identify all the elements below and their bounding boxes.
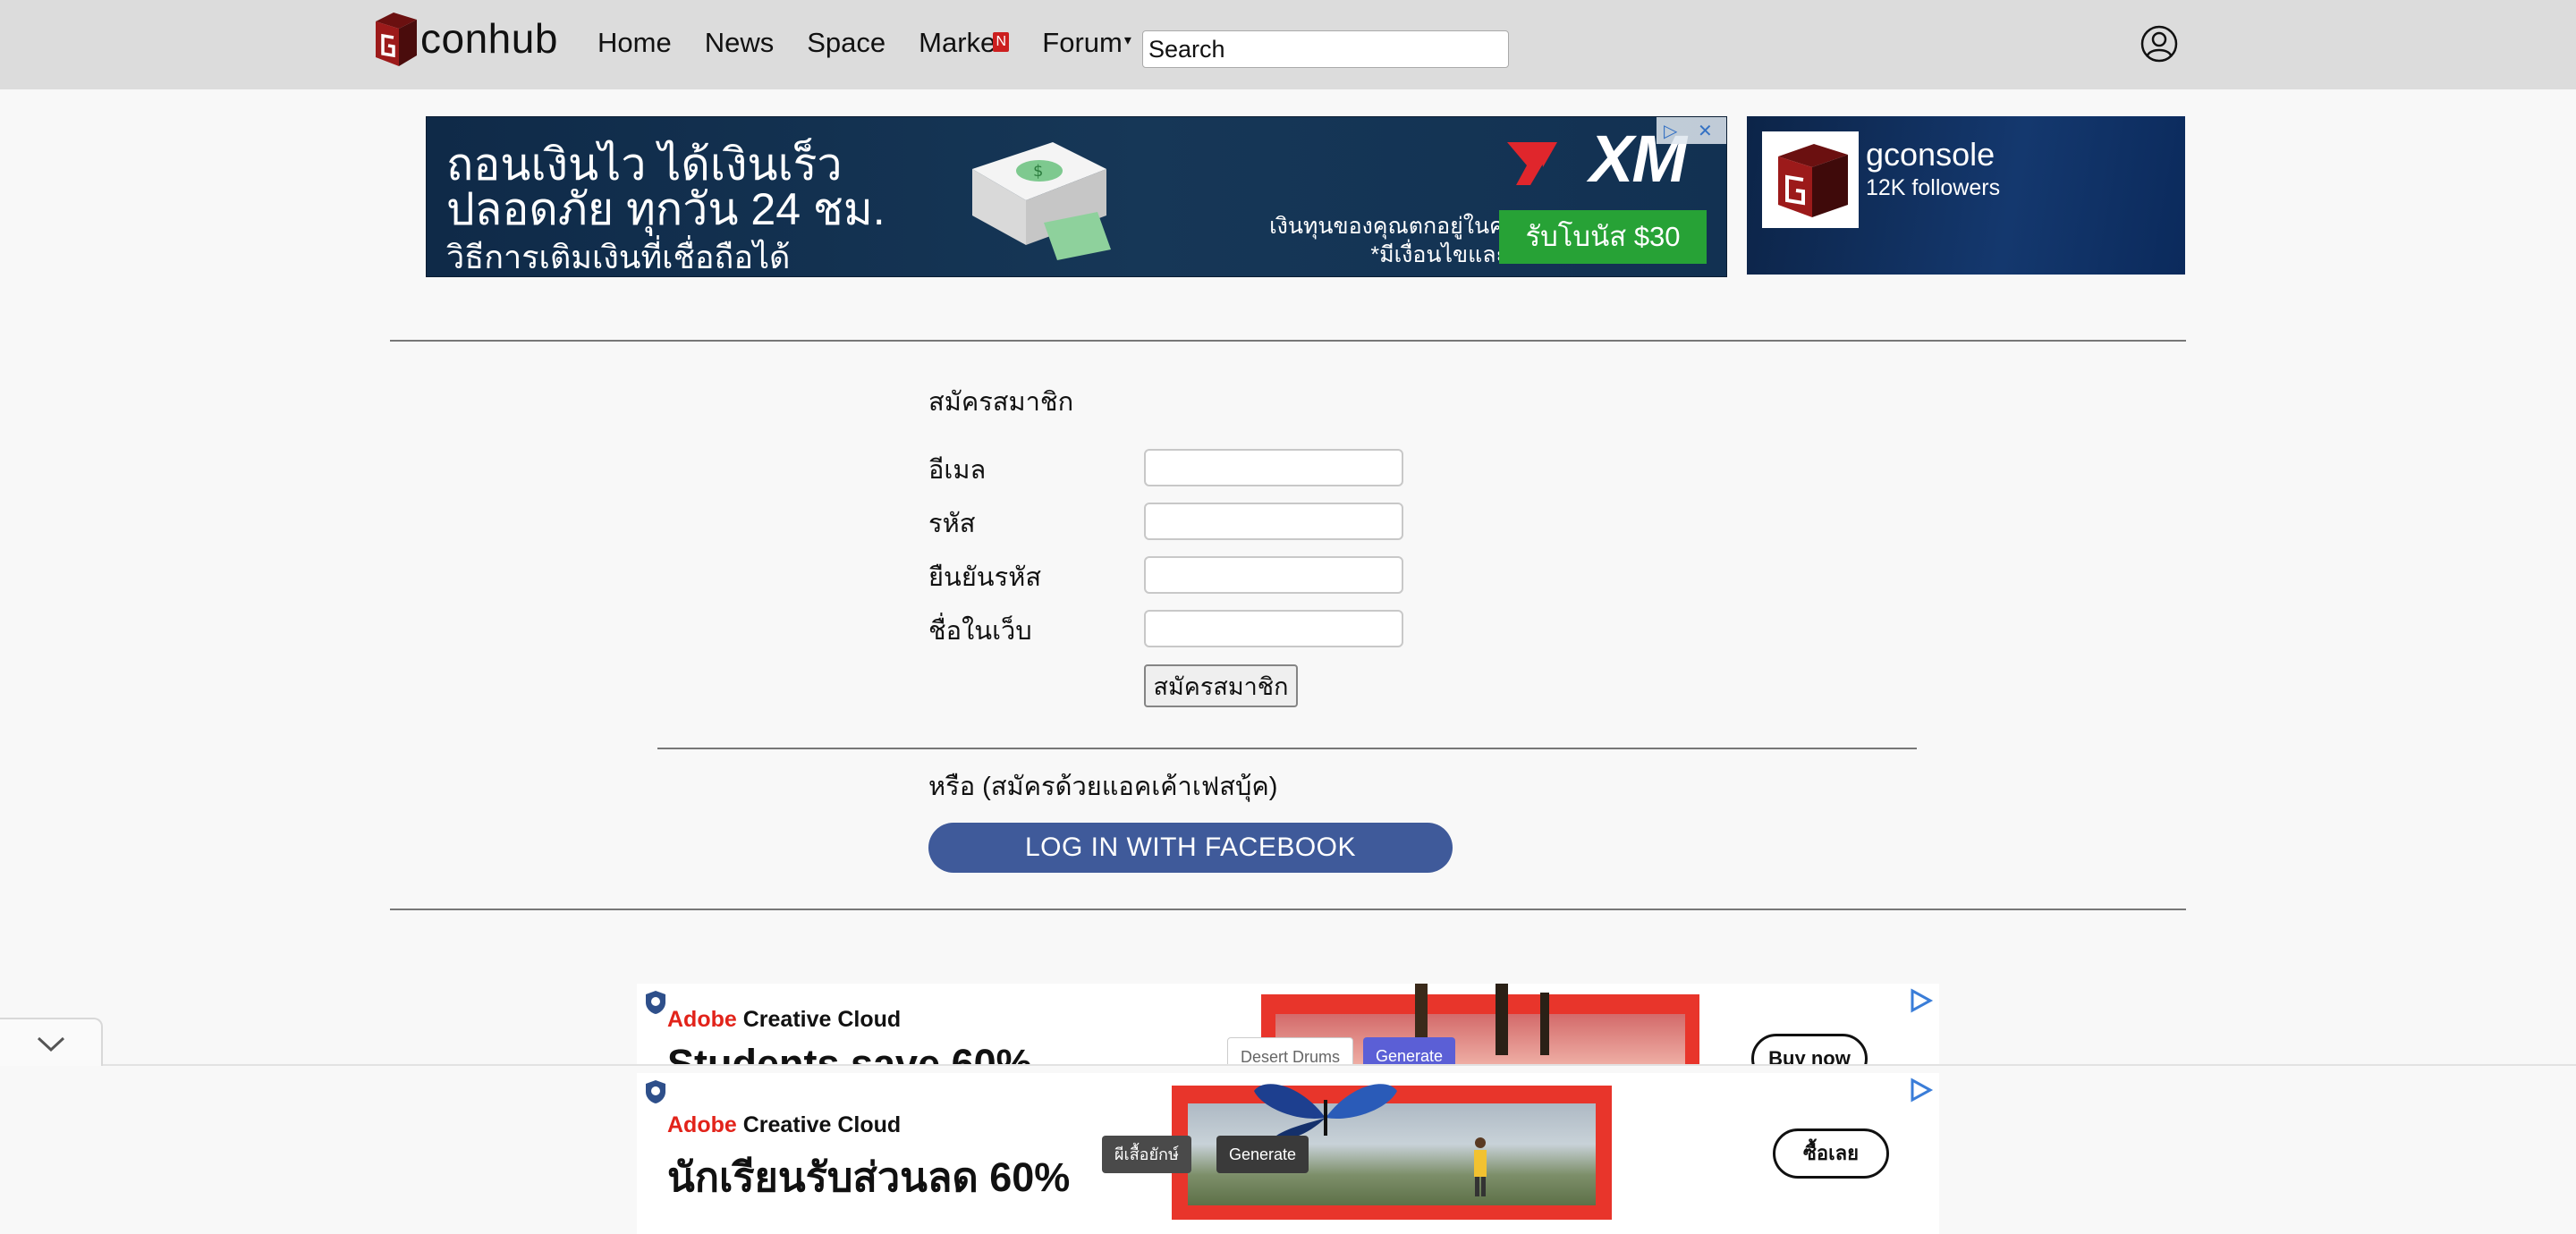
or-facebook-text: หรือ (สมัครด้วยแอคเค้าเฟสบุ้ค) [928,773,1278,801]
privacy-shield-icon[interactable] [642,989,669,1016]
person-icon [1474,1137,1487,1196]
ad-choices[interactable]: ▷ ✕ [1657,117,1726,144]
divider-bottom [390,909,2186,910]
email-label: อีเมล [928,456,987,485]
adobe-ad-thai[interactable]: Adobe Creative Cloud นักเรียนรับส่วนลด 6… [637,1073,1939,1234]
sticky-ad-separator [0,1064,2576,1066]
atm-device-icon: $ [972,142,1111,260]
privacy-shield-icon[interactable] [642,1078,669,1105]
xm-banner-ad[interactable]: ถอนเงินไว ได้เงินเร็ว ปลอดภัย ทุกวัน 24 … [426,116,1727,277]
password-label: รหัส [928,510,976,538]
adobe-brand-red: Adobe [667,1112,737,1137]
confirm-password-label: ยืนยันรหัส [928,563,1042,592]
logo-text: conhub [420,15,558,62]
svg-text:$: $ [1033,162,1043,181]
ad-subline: วิธีการเติมเงินที่เชื่อถือได้ [446,239,791,275]
form-title: สมัครสมาชิก [928,388,1074,417]
new-badge: N [993,32,1010,52]
adobe-ad-english[interactable]: Adobe Creative Cloud Students save 60% D… [637,984,1939,1064]
top-navigation-bar: conhub Home News Space MarkeN Forum ▾ [0,0,2576,89]
gconsole-followers: 12K followers [1866,175,2001,200]
ad-choices-icon[interactable] [1907,987,1934,1014]
display-name-field[interactable] [1144,610,1403,647]
nav-forum[interactable]: Forum ▾ [1042,27,1131,59]
xm-logo-icon [1507,142,1557,185]
adobe-brand-rest: Creative Cloud [736,1112,902,1137]
gconsole-name: gconsole [1866,136,1996,173]
gconsole-profile-card[interactable]: gconsole 12K followers [1747,116,2185,275]
confirm-password-field[interactable] [1144,556,1403,594]
divider-middle [657,748,1917,749]
adobe-brand: Adobe Creative Cloud [667,1112,901,1138]
nav-space[interactable]: Space [807,27,886,59]
signup-submit-button[interactable]: สมัครสมาชิก [1144,664,1298,707]
collapse-ad-button[interactable] [0,1018,103,1066]
conhub-logo-icon [376,13,417,66]
nav-home[interactable]: Home [597,27,672,59]
main-nav: Home News Space MarkeN Forum ▾ [597,27,1165,59]
generate-chip: Generate [1216,1136,1309,1173]
ad-choices-icon[interactable] [1907,1077,1934,1103]
bonus-button[interactable]: รับโบนัส $30 [1499,210,1707,264]
ad-choices-icon[interactable]: ▷ [1664,120,1677,142]
adobe-headline: Students save 60% [667,1041,1032,1064]
divider-top [390,340,2186,342]
display-name-label: ชื่อในเว็บ [928,617,1032,646]
caret-down-icon: ▾ [1123,33,1131,48]
user-circle-icon[interactable] [2140,25,2178,63]
gconsole-avatar [1762,131,1859,228]
facebook-login-button[interactable]: LOG IN WITH FACEBOOK [928,823,1453,873]
adobe-brand-red: Adobe [667,1007,737,1032]
nav-market[interactable]: MarkeN [919,27,1010,59]
search-input[interactable] [1142,30,1509,68]
adobe-brand: Adobe Creative Cloud [667,1007,901,1033]
nav-forum-label: Forum [1042,27,1123,58]
email-field[interactable] [1144,449,1403,486]
prompt-chip: Desert Drums [1227,1037,1354,1064]
chevron-down-icon [37,1036,65,1052]
password-field[interactable] [1144,503,1403,540]
nav-market-label: Marke [919,27,996,58]
prompt-chip: ผีเสื้อยักษ์ [1102,1136,1191,1173]
adobe-headline: นักเรียนรับส่วนลด 60% [667,1154,1071,1200]
buy-now-button[interactable]: ซื้อเลย [1773,1128,1889,1179]
close-ad-icon[interactable]: ✕ [1698,120,1713,142]
adobe-brand-rest: Creative Cloud [736,1007,902,1032]
site-logo[interactable]: conhub [376,9,558,68]
generate-chip: Generate [1363,1037,1456,1064]
nav-news[interactable]: News [705,27,775,59]
buy-now-button[interactable]: Buy now [1751,1034,1868,1064]
